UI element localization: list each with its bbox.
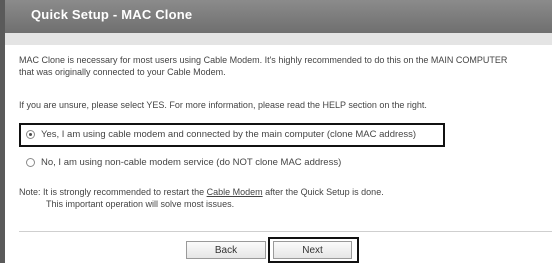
note-line-1: Note: It is strongly recommended to rest… <box>19 187 384 198</box>
header-band <box>5 33 552 45</box>
option-yes-row[interactable]: Yes, I am using cable modem and connecte… <box>26 129 416 140</box>
intro-line-3: If you are unsure, please select YES. Fo… <box>19 100 427 110</box>
intro-line-1: MAC Clone is necessary for most users us… <box>19 55 508 65</box>
back-button[interactable]: Back <box>186 241 266 259</box>
page-header: Quick Setup - MAC Clone <box>5 0 552 33</box>
option-yes-radio[interactable] <box>26 130 35 139</box>
note-line-2: This important operation will solve most… <box>46 199 235 209</box>
option-no-radio[interactable] <box>26 158 35 167</box>
next-button[interactable]: Next <box>273 241 352 259</box>
option-no-row[interactable]: No, I am using non-cable modem service (… <box>26 157 341 168</box>
intro-line-2: that was originally connected to your Ca… <box>19 67 226 77</box>
option-yes-label[interactable]: Yes, I am using cable modem and connecte… <box>41 129 416 140</box>
note-prefix: Note: It is strongly recommended to rest… <box>19 187 207 197</box>
note-suffix: after the Quick Setup is done. <box>262 187 384 197</box>
option-no-label[interactable]: No, I am using non-cable modem service (… <box>41 157 341 168</box>
footer-divider <box>19 231 552 232</box>
page-title: Quick Setup - MAC Clone <box>31 7 193 22</box>
cable-modem-link[interactable]: Cable Modem <box>207 187 263 197</box>
